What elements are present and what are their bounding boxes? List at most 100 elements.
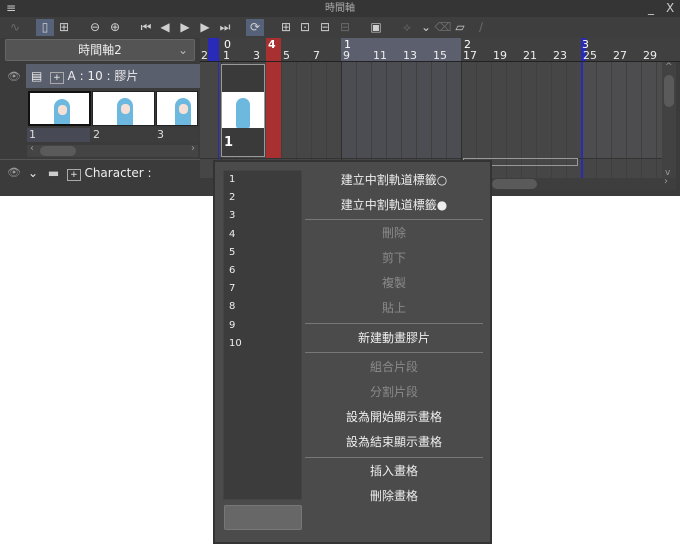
new-cel-icon[interactable]: ⊡ <box>296 19 314 36</box>
animation-folder-icon: ▤ <box>31 69 43 83</box>
delete-keyframe-icon[interactable]: ⌫ <box>434 19 452 36</box>
menu-separator <box>305 352 483 353</box>
title-bar: ≡ 時間軸 _ X <box>0 0 680 17</box>
frame-ruler[interactable]: 2 1 3 5 7 9 11 13 15 17 19 21 23 25 27 29 0 4 1 2 3 <box>200 38 680 62</box>
timeline-cel-label: 1 <box>224 135 234 150</box>
menu-item[interactable]: 建立中割軌道標籤● <box>303 194 485 216</box>
marker-frame-0 <box>208 38 219 62</box>
zoom-out-icon[interactable]: ⊖ <box>86 19 104 36</box>
section-column <box>581 62 662 158</box>
section-label: 4 <box>268 38 276 51</box>
new-frame-track-icon[interactable]: ⊞ <box>55 19 73 36</box>
cel-list-item[interactable]: 1 <box>224 171 301 189</box>
pen-icon[interactable]: ∕ <box>472 19 490 36</box>
cel-thumbnail-1[interactable] <box>28 91 91 126</box>
track-character-folder[interactable]: ⌄ ▬ + Character : <box>28 163 152 185</box>
cel-list-item[interactable]: 6 <box>224 262 301 280</box>
cel-list-item[interactable]: 7 <box>224 280 301 298</box>
cel-list-item[interactable]: 9 <box>224 317 301 335</box>
cel-list-item[interactable]: 2 <box>224 189 301 207</box>
cel-thumbnail-3[interactable] <box>156 91 198 126</box>
scroll-up-icon[interactable]: ^ <box>665 62 673 72</box>
timeline-select[interactable]: 時間軸2 ⌄ <box>5 39 195 61</box>
frame-gridline <box>656 62 657 178</box>
timeline-select-value: 時間軸2 <box>78 43 122 57</box>
cel-list-item[interactable]: 3 <box>224 207 301 225</box>
last-frame-icon[interactable]: ⏭ <box>216 19 234 36</box>
prev-frame-icon[interactable]: ◀ <box>156 19 174 36</box>
menu-item[interactable]: 建立中割軌道標籤○ <box>303 169 485 191</box>
cel-scrollbar[interactable]: ‹ › <box>27 143 198 157</box>
graph-icon[interactable]: ∿ <box>6 19 24 36</box>
timeline-hscrollbar[interactable]: › <box>492 176 676 190</box>
eye-icon[interactable]: 👁 <box>7 70 21 83</box>
keyframe-icon[interactable]: ⟡ <box>398 19 416 36</box>
next-frame-icon[interactable]: ▶ <box>196 19 214 36</box>
loop-icon[interactable]: ⟳ <box>246 19 264 36</box>
menu-item[interactable]: 插入畫格 <box>303 460 485 482</box>
menu-item[interactable]: 分割片段 <box>303 381 485 403</box>
scroll-thumb[interactable] <box>492 179 537 189</box>
window-title: 時間軸 <box>325 3 355 14</box>
cel-list-item[interactable]: 8 <box>224 298 301 316</box>
menu-icon[interactable]: ≡ <box>6 0 16 17</box>
scroll-right-icon[interactable]: › <box>664 176 668 187</box>
toolbar: ∿ ▯ ⊞ ⊖ ⊕ ⏮ ◀ ▶ ▶ ⏭ ⟳ ⊞ ⊡ ⊟ ⊟ ▣ ⟡ ⌄ ⌫ ▱ ∕ <box>0 17 680 38</box>
scroll-thumb[interactable] <box>40 146 76 156</box>
menu-item[interactable]: 設為結束顯示畫格 <box>303 431 485 453</box>
unlink-cel-icon[interactable]: ⊟ <box>336 19 354 36</box>
menu-item[interactable]: 組合片段 <box>303 356 485 378</box>
vertical-scrollbar[interactable]: ^ v <box>662 62 676 178</box>
specify-cel-icon[interactable]: ⊟ <box>316 19 334 36</box>
menu-item[interactable]: 剪下 <box>303 247 485 269</box>
track-name: Character : <box>84 166 152 180</box>
menu-item[interactable]: 新建動畫膠片 <box>303 327 485 349</box>
chevron-down-icon[interactable]: ⌄ <box>28 166 38 180</box>
menu-item[interactable]: 複製 <box>303 272 485 294</box>
scroll-left-icon[interactable]: ‹ <box>30 143 34 154</box>
menu-separator <box>305 457 483 458</box>
layer-panel: 👁 ▤ + A : 10 : 膠片 1 2 3 ‹ › 👁 ⌄ ▬ + Char… <box>0 62 200 196</box>
cel-list-item[interactable]: 5 <box>224 244 301 262</box>
expand-plus-icon[interactable]: + <box>67 169 81 181</box>
frame-gridline <box>626 62 627 178</box>
cel-label: 2 <box>91 128 154 142</box>
minimize-button[interactable]: _ <box>648 0 654 17</box>
track-divider <box>200 158 662 159</box>
close-button[interactable]: X <box>666 0 674 17</box>
eye-icon[interactable]: 👁 <box>7 166 21 179</box>
cel-list[interactable]: 1 2 3 4 5 6 7 8 9 10 <box>223 170 302 500</box>
zoom-in-icon[interactable]: ⊕ <box>106 19 124 36</box>
frame-view-icon[interactable]: ▯ <box>36 19 54 36</box>
context-menu: 1 2 3 4 5 6 7 8 9 10 建立中割軌道標籤○ 建立中割軌道標籤● 刪除剪下複製貼上新建… <box>213 160 492 544</box>
scroll-right-icon[interactable]: › <box>191 143 195 154</box>
current-frame-column <box>266 62 281 158</box>
cel-thumbnail-2[interactable] <box>92 91 155 126</box>
onion-skin-icon[interactable]: ▣ <box>367 19 385 36</box>
menu-item[interactable]: 刪除畫格 <box>303 485 485 507</box>
menu-separator <box>305 323 483 324</box>
section-label: 0 <box>224 38 231 51</box>
character-figure <box>236 98 250 128</box>
cel-list-item[interactable]: 10 <box>224 335 301 353</box>
frame-gridline <box>611 62 612 178</box>
marker-line <box>581 62 583 178</box>
first-frame-icon[interactable]: ⏮ <box>137 19 155 36</box>
frame-gridline <box>641 62 642 178</box>
menu-item[interactable]: 貼上 <box>303 297 485 319</box>
expand-plus-icon[interactable]: + <box>50 72 64 84</box>
new-animation-folder-icon[interactable]: ⊞ <box>277 19 295 36</box>
cel-list-item[interactable]: 4 <box>224 226 301 244</box>
menu-item[interactable]: 設為開始顯示畫格 <box>303 406 485 428</box>
edit-cel-icon[interactable]: ▱ <box>451 19 469 36</box>
folder-icon: ▬ <box>47 166 60 180</box>
play-icon[interactable]: ▶ <box>176 19 194 36</box>
track-animation-folder[interactable]: ▤ + A : 10 : 膠片 <box>26 64 200 88</box>
scroll-thumb[interactable] <box>664 75 674 107</box>
section-label: 3 <box>582 38 589 51</box>
chevron-down-icon[interactable]: ⌄ <box>417 19 435 36</box>
section-label: 1 <box>344 38 351 51</box>
menu-item[interactable]: 刪除 <box>303 222 485 244</box>
cel-list-button[interactable] <box>224 505 302 530</box>
timeline-cel[interactable]: 1 <box>221 64 265 157</box>
